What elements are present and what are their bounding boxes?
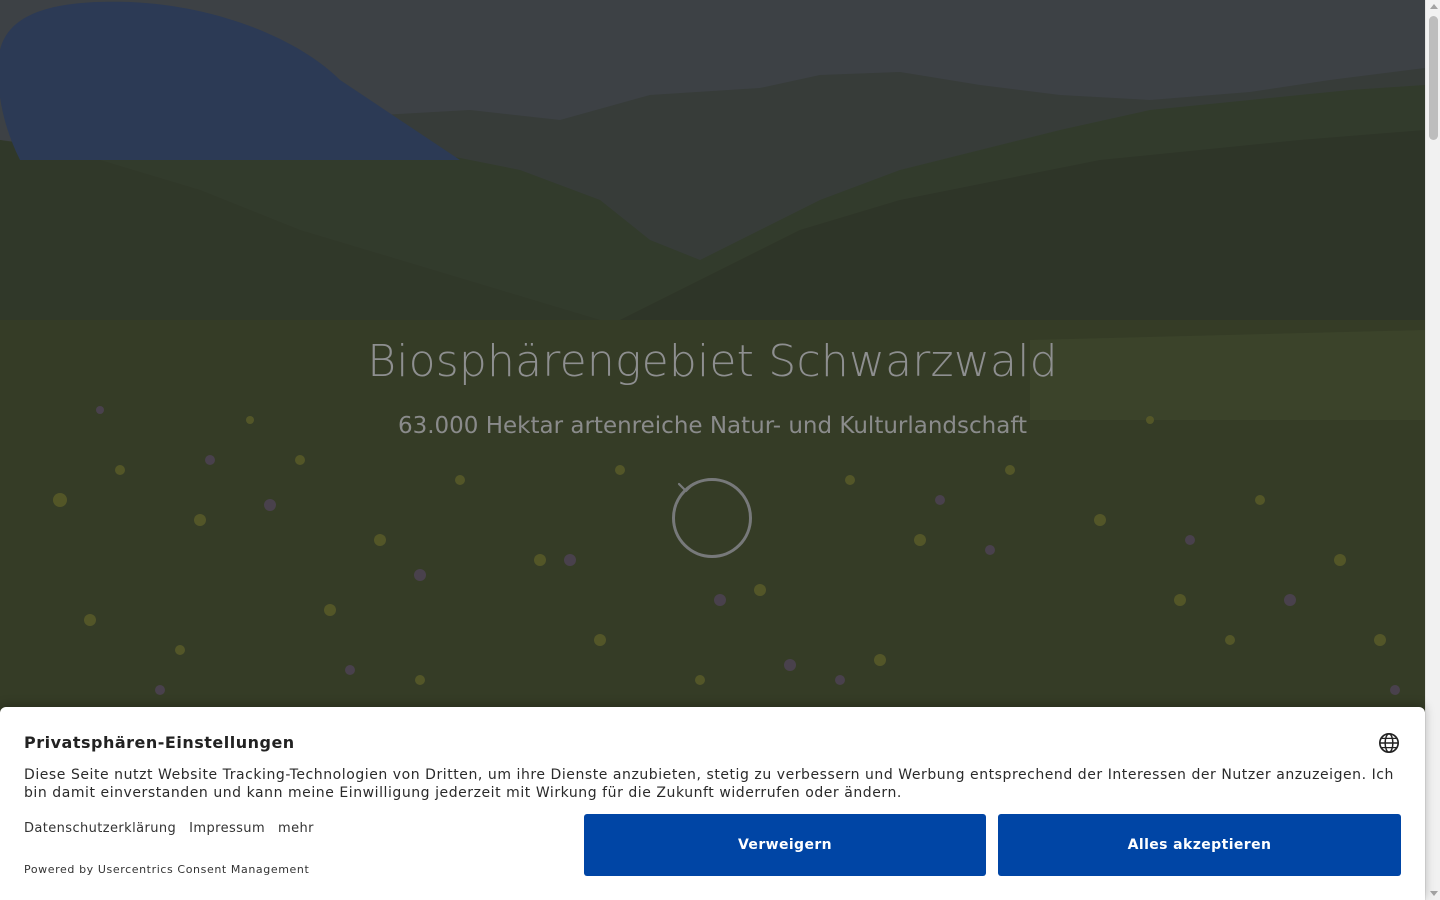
decorative-blue-shape [0,1,460,160]
scroll-down-arrow-icon[interactable] [1430,891,1438,896]
accept-all-button[interactable]: Alles akzeptieren [998,814,1401,876]
page-scrollbar[interactable] [1425,0,1440,900]
scroll-up-arrow-icon[interactable] [1430,4,1438,9]
more-link[interactable]: mehr [278,821,314,836]
scrollbar-thumb[interactable] [1429,16,1438,140]
hero-title: Biosphärengebiet Schwarzwald [367,336,1058,387]
deny-button[interactable]: Verweigern [584,814,986,876]
consent-links: Datenschutzerklärung Impressum mehr [24,821,314,836]
powered-by-text: Powered by Usercentrics Consent Manageme… [24,863,310,876]
imprint-link[interactable]: Impressum [189,821,265,836]
privacy-policy-link[interactable]: Datenschutzerklärung [24,821,176,836]
consent-description: Diese Seite nutzt Website Tracking-Techn… [24,767,1394,801]
consent-title: Privatsphären-Einstellungen [24,733,295,752]
chevron-down-icon [677,482,695,493]
consent-banner: Privatsphären-Einstellungen Diese Seite … [0,707,1425,900]
hero-subtitle: 63.000 Hektar artenreiche Natur- und Kul… [397,413,1028,439]
globe-icon[interactable] [1378,732,1400,754]
scroll-down-button[interactable] [672,478,752,558]
